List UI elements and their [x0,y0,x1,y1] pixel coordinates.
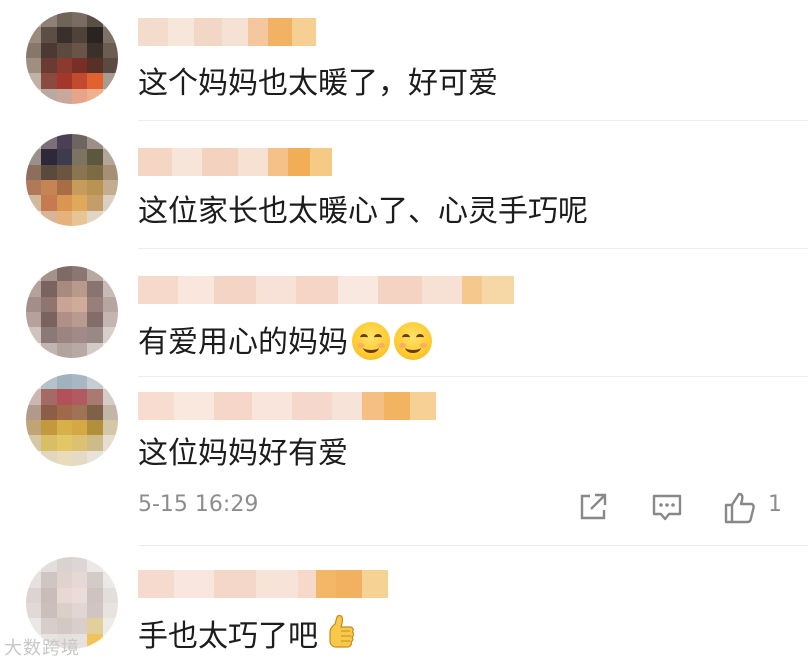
share-button[interactable] [576,490,610,528]
comment-text: 手也太巧了吧 [138,614,356,657]
like-button[interactable] [722,490,758,530]
thumbs-up-emoji-icon [329,614,355,648]
username[interactable] [138,18,316,46]
avatar[interactable] [26,266,118,358]
share-icon [580,493,607,520]
comment-icon [652,494,682,521]
username[interactable] [138,570,388,598]
comment-text-content: 手也太巧了吧 [138,619,318,654]
divider [138,376,808,377]
divider [138,545,808,546]
comment-text: 有爱用心的妈妈 [138,322,432,363]
username[interactable] [138,276,514,304]
reply-button[interactable] [650,490,684,528]
like-count: 1 [768,492,782,517]
avatar[interactable] [26,12,118,104]
comment-text: 这位妈妈好有爱 [138,436,348,471]
username[interactable] [138,148,332,176]
timestamp: 5-15 16:29 [138,492,259,517]
avatar[interactable] [26,374,118,466]
smile-emoji-icon [394,322,432,360]
avatar[interactable] [26,134,118,226]
smile-emoji-icon [352,322,390,360]
thumbs-up-icon [724,492,755,524]
divider [138,120,808,121]
divider [138,248,808,249]
comment-text-content: 有爱用心的妈妈 [138,325,348,360]
watermark: 大数跨境 [4,638,80,659]
comment-meta: 5-15 16:29 1 [138,488,808,528]
comment-text: 这个妈妈也太暖了，好可爱 [138,66,498,101]
username[interactable] [138,392,436,420]
comment-text: 这位家长也太暖心了、心灵手巧呢 [138,194,588,229]
